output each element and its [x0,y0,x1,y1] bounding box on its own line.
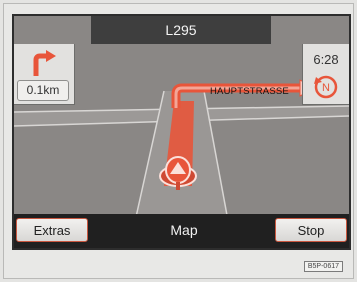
street-name-label: HAUPTSTRASSE [210,86,289,97]
next-turn-panel[interactable]: 0.1km [14,44,75,105]
clock-time: 6:28 [313,52,339,67]
map-mode-label[interactable]: Map [149,218,219,242]
navigation-screen: L295 0.1km 6:28 N HAUPTSTRASSE Extras Ma… [12,14,351,250]
figure-code: B5P-0617 [303,261,343,272]
turn-right-arrow-icon [33,50,56,76]
extras-button[interactable]: Extras [16,218,88,242]
compass-icon: N [314,75,338,99]
status-panel[interactable]: 6:28 N [302,44,349,105]
stop-button[interactable]: Stop [275,218,347,242]
turn-distance: 0.1km [17,80,69,101]
figure-frame: L295 0.1km 6:28 N HAUPTSTRASSE Extras Ma… [3,3,354,279]
current-road-label: L295 [91,16,271,44]
compass-letter: N [322,82,330,94]
bottom-toolbar: Extras Map Stop [14,214,349,248]
